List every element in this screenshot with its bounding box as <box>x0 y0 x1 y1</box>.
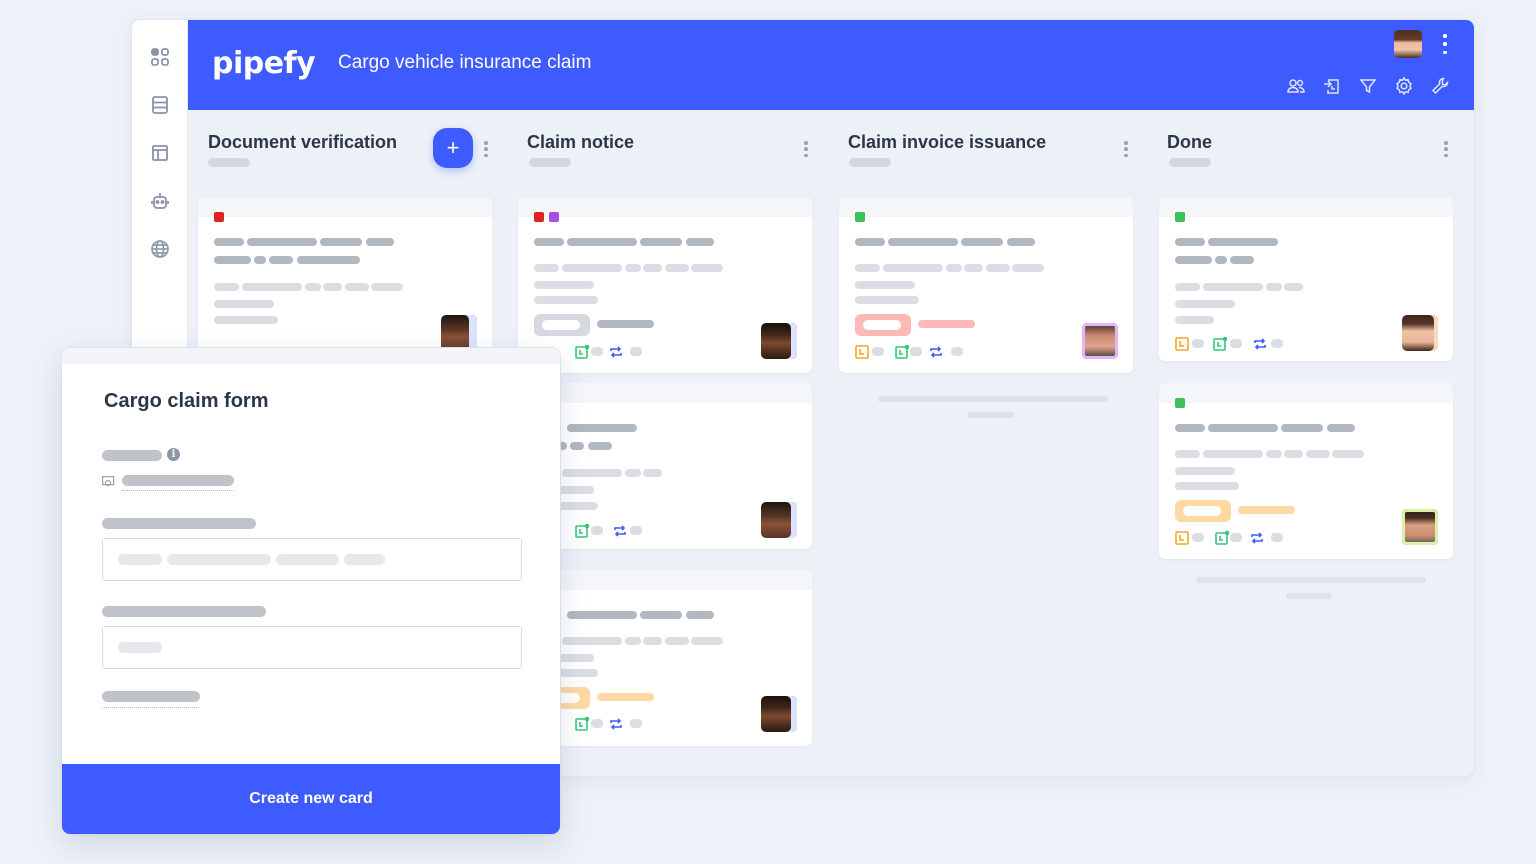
card-claim-notice-1[interactable] <box>518 197 812 373</box>
due-date-icon <box>575 344 590 359</box>
header-more-icon[interactable] <box>1442 34 1448 54</box>
column-title-claim-notice: Claim notice <box>527 132 635 152</box>
settings-gear-icon[interactable] <box>1394 76 1414 96</box>
due-date-icon <box>575 523 590 538</box>
layout-panel-icon[interactable] <box>149 142 171 164</box>
card-claim-notice-2[interactable] <box>518 383 812 549</box>
repeat-icon <box>613 524 627 538</box>
members-icon[interactable] <box>1286 76 1306 96</box>
form-text-field[interactable] <box>102 538 522 581</box>
form-link-placeholder[interactable] <box>102 691 200 702</box>
label-tag-green <box>1175 212 1185 222</box>
card-done-2[interactable] <box>1159 383 1453 559</box>
column-menu-icon[interactable] <box>1443 141 1449 157</box>
field-label-placeholder <box>102 450 162 461</box>
cargo-claim-form-modal: Cargo claim form i Create new card <box>62 348 560 834</box>
column-count-placeholder <box>529 158 571 167</box>
pipe-title: Cargo vehicle insurance claim <box>338 52 592 73</box>
assignee-avatar[interactable] <box>1082 323 1118 359</box>
clock-icon <box>1175 531 1189 545</box>
create-new-card-button[interactable]: Create new card <box>62 764 560 834</box>
apps-grid-icon[interactable] <box>149 46 171 68</box>
clock-icon <box>1175 337 1189 351</box>
due-date-icon <box>575 716 590 731</box>
info-icon[interactable]: i <box>167 448 180 461</box>
column-count-placeholder <box>208 158 250 167</box>
status-pill <box>855 314 911 336</box>
card-claim-invoice-1[interactable] <box>839 197 1133 373</box>
column-title-claim-invoice-issuance: Claim invoice issuance <box>848 132 1047 152</box>
card-claim-notice-3[interactable] <box>518 570 812 746</box>
attachment-link-placeholder[interactable] <box>122 475 234 486</box>
pipe-header: pipefy Cargo vehicle insurance claim <box>188 20 1474 110</box>
assignee-avatar[interactable] <box>761 502 797 538</box>
label-tag-red <box>534 212 544 222</box>
globe-icon[interactable] <box>149 238 171 260</box>
repeat-icon <box>1250 531 1264 545</box>
column-menu-icon[interactable] <box>1123 141 1129 157</box>
label-tag-red <box>214 212 224 222</box>
pipefy-logo[interactable]: pipefy <box>212 46 316 81</box>
status-pill <box>534 314 590 336</box>
repeat-icon <box>1253 337 1267 351</box>
wrench-icon[interactable] <box>1430 76 1450 96</box>
assignee-avatar[interactable] <box>441 315 477 351</box>
import-icon[interactable] <box>1322 76 1342 96</box>
label-tag-green <box>1175 398 1185 408</box>
card-document-verification-1[interactable] <box>198 197 492 357</box>
form-title: Cargo claim form <box>104 390 269 412</box>
field-label-placeholder <box>102 518 256 529</box>
header-toolbar <box>1286 76 1450 96</box>
label-tag-purple <box>549 212 559 222</box>
assignee-avatar[interactable] <box>761 696 797 732</box>
card-done-1[interactable] <box>1159 197 1453 361</box>
status-pill <box>1175 500 1231 522</box>
robot-icon[interactable] <box>149 190 171 212</box>
user-avatar[interactable] <box>1394 30 1422 58</box>
assignee-avatar[interactable] <box>1402 509 1438 545</box>
assignee-avatar[interactable] <box>1402 315 1438 351</box>
form-short-field[interactable] <box>102 626 522 669</box>
filter-icon[interactable] <box>1358 76 1378 96</box>
field-label-placeholder <box>102 606 266 617</box>
due-date-icon <box>1215 530 1230 545</box>
column-count-placeholder <box>849 158 891 167</box>
column-menu-icon[interactable] <box>803 141 809 157</box>
repeat-icon <box>609 717 623 731</box>
database-icon[interactable] <box>149 94 171 116</box>
column-count-placeholder <box>1169 158 1211 167</box>
due-date-icon <box>895 344 910 359</box>
add-card-button[interactable]: + <box>433 128 473 168</box>
repeat-icon <box>929 345 943 359</box>
repeat-icon <box>609 345 623 359</box>
label-tag-green <box>855 212 865 222</box>
column-menu-icon[interactable] <box>483 141 489 157</box>
assignee-avatar[interactable] <box>761 323 797 359</box>
column-title-done: Done <box>1167 132 1212 152</box>
clock-icon <box>855 345 869 359</box>
due-date-icon <box>1213 336 1228 351</box>
image-attachment-icon[interactable] <box>102 474 115 487</box>
column-title-document-verification: Document verification <box>208 132 398 152</box>
